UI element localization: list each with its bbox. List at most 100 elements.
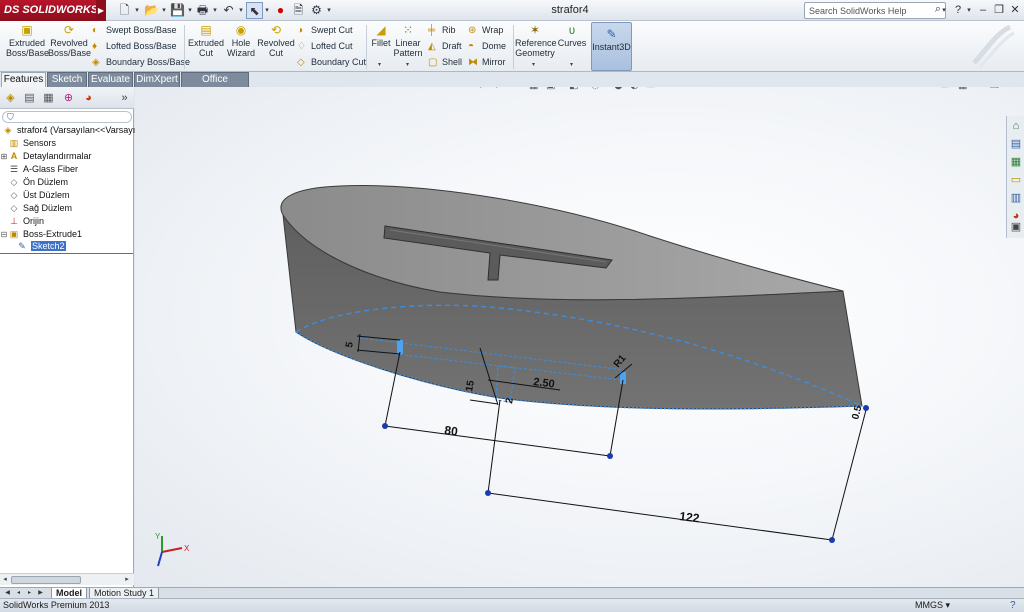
save-icon[interactable]: 💾 — [169, 2, 186, 19]
view-settings-icon[interactable]: ▭ — [646, 87, 655, 91]
extruded-boss-button[interactable]: ▣ Extruded Boss/Base — [6, 23, 49, 58]
viewport-restore-icon[interactable]: ❐ — [990, 87, 999, 91]
new-document-icon[interactable]: 🗋 — [116, 2, 133, 19]
instant3d-button[interactable]: ✎ Instant3D — [591, 22, 632, 71]
restore-icon[interactable]: ❐ — [992, 2, 1006, 18]
wrap-button[interactable]: ⊛ Wrap — [468, 24, 503, 37]
last-tab-icon[interactable]: ▶ — [35, 588, 46, 598]
view-palette-icon[interactable]: ▭ — [1009, 173, 1023, 188]
model-view[interactable]: ⌕ ⌕ ↶ ▦ ▣ ◧ ◌ ◕ ◐ ▭ ▭ ▦ – ❐ ✕ — [135, 87, 1024, 587]
dome-button[interactable]: ◓ Dome — [468, 40, 506, 53]
dimension-80[interactable]: 80 — [444, 423, 459, 439]
viewport-close-icon[interactable]: ✕ — [1006, 87, 1014, 91]
tree-item-top-plane[interactable]: ◇ Üst Düzlem — [0, 189, 70, 202]
search-help-input[interactable]: Search SolidWorks Help ⌕ — [804, 2, 946, 19]
scroll-right-icon[interactable]: ▸ — [122, 574, 132, 585]
scroll-left-icon[interactable]: ◂ — [0, 574, 10, 585]
collapse-icon[interactable]: ⊟ — [0, 228, 8, 241]
tab-features[interactable]: Features — [1, 72, 46, 87]
options-icon[interactable]: ⚙ — [308, 2, 325, 19]
mirror-button[interactable]: ⧓ Mirror — [468, 56, 506, 69]
tree-root[interactable]: ◈ strafor4 (Varsayılan<<Varsayıla — [2, 124, 143, 137]
extruded-cut-button[interactable]: ▤ Extruded Cut — [187, 23, 225, 58]
viewport-minimize-icon[interactable]: – — [976, 87, 981, 91]
expand-icon[interactable]: ⊞ — [0, 150, 8, 163]
solidworks-logo[interactable]: DS SOLIDWORKS — [0, 0, 98, 21]
graphics-viewport[interactable]: ⌕ ⌕ ↶ ▦ ▣ ◧ ◌ ◕ ◐ ▭ ▭ ▦ – ❐ ✕ — [135, 87, 1024, 587]
file-properties-icon[interactable]: 🗎 — [290, 2, 307, 19]
feature-manager-tab-icon[interactable]: ◈ — [2, 90, 19, 106]
pattern-dropdown-icon[interactable]: ▾ — [406, 61, 409, 68]
configuration-manager-tab-icon[interactable]: ▦ — [40, 90, 57, 106]
tree-item-sensors[interactable]: ▥ Sensors — [0, 137, 56, 150]
hide-show-icon[interactable]: ◌ — [591, 87, 600, 91]
save-dropdown-icon[interactable]: ▾ — [186, 2, 194, 19]
shell-button[interactable]: ▢ Shell — [428, 56, 462, 69]
print-dropdown-icon[interactable]: ▾ — [211, 2, 219, 19]
section-view-icon[interactable]: ▦ — [529, 87, 538, 91]
tab-evaluate[interactable]: Evaluate — [88, 72, 133, 87]
search-dropdown-icon[interactable]: ▾ — [940, 2, 948, 19]
select-dropdown-icon[interactable]: ▾ — [263, 2, 271, 19]
revolved-cut-button[interactable]: ⟲ Revolved Cut — [257, 23, 295, 58]
swept-boss-button[interactable]: ◐ Swept Boss/Base — [92, 24, 177, 37]
view-orientation-icon[interactable]: ▣ — [546, 87, 555, 91]
print-icon[interactable]: 🖶 — [194, 2, 211, 19]
viewport-split-icon[interactable]: ▭ — [940, 87, 949, 91]
lofted-cut-button[interactable]: ♢ Lofted Cut — [297, 40, 353, 53]
forum-icon[interactable]: ▣ — [1009, 220, 1023, 235]
scrollbar-thumb[interactable] — [11, 576, 81, 584]
next-tab-icon[interactable]: ▸ — [24, 588, 35, 598]
minimize-icon[interactable]: – — [976, 2, 990, 18]
draft-button[interactable]: ◭ Draft — [428, 40, 462, 53]
solidworks-resources-icon[interactable]: ⌂ — [1009, 119, 1023, 134]
fillet-button[interactable]: ◢ Fillet — [370, 23, 392, 48]
file-explorer-icon[interactable]: ▦ — [1009, 155, 1023, 170]
tab-dimxpert[interactable]: DimXpert — [134, 72, 180, 87]
reference-dropdown-icon[interactable]: ▾ — [532, 61, 535, 68]
new-dropdown-icon[interactable]: ▾ — [133, 2, 141, 19]
swept-cut-button[interactable]: ◑ Swept Cut — [297, 24, 353, 37]
open-folder-icon[interactable]: 📂 — [143, 2, 160, 19]
design-library-icon[interactable]: ▤ — [1009, 137, 1023, 152]
open-dropdown-icon[interactable]: ▾ — [160, 2, 168, 19]
apply-scene-icon[interactable]: ◐ — [630, 87, 639, 91]
tab-sketch[interactable]: Sketch — [47, 72, 87, 87]
viewport-tile-icon[interactable]: ▦ — [958, 87, 967, 91]
help-status-icon[interactable]: ? — [1010, 599, 1016, 612]
display-manager-tab-icon[interactable]: ◕ — [80, 90, 97, 106]
property-manager-tab-icon[interactable]: ▤ — [21, 90, 38, 106]
dimension-0-5[interactable]: 0.5 — [850, 404, 864, 421]
previous-view-icon[interactable]: ↶ — [512, 87, 520, 91]
tree-item-annotations[interactable]: ⊞ A Detaylandırmalar — [0, 150, 92, 163]
boundary-cut-button[interactable]: ◇ Boundary Cut — [297, 56, 366, 69]
rib-button[interactable]: ╪ Rib — [428, 24, 456, 37]
linear-pattern-button[interactable]: ⁙ Linear Pattern — [393, 23, 423, 58]
boundary-boss-button[interactable]: ◈ Boundary Boss/Base — [92, 56, 190, 69]
options-dropdown-icon[interactable]: ▾ — [325, 2, 333, 19]
appearances-icon[interactable]: ▥ — [1009, 191, 1023, 206]
rebuild-traffic-light-icon[interactable]: ● — [272, 2, 289, 19]
horizontal-scrollbar[interactable]: ◂ ▸ — [0, 573, 134, 585]
prev-tab-icon[interactable]: ◂ — [13, 588, 24, 598]
curves-button[interactable]: ʋ Curves — [557, 23, 587, 48]
units-selector[interactable]: MMGS ▾ — [915, 599, 950, 612]
edit-appearance-icon[interactable]: ◕ — [614, 87, 623, 91]
expand-tabs-icon[interactable]: » — [116, 90, 133, 106]
menu-expand-arrow[interactable]: ▶ — [96, 0, 106, 21]
zoom-to-fit-icon[interactable]: ⌕ — [480, 87, 486, 91]
tab-office-products[interactable]: Office Products — [181, 72, 249, 99]
tree-item-front-plane[interactable]: ◇ Ön Düzlem — [0, 176, 68, 189]
feature-filter-input[interactable]: ⛉ — [2, 111, 132, 123]
undo-icon[interactable]: ↶ — [220, 2, 237, 19]
fillet-dropdown-icon[interactable]: ▾ — [378, 61, 381, 68]
hole-wizard-button[interactable]: ◉ Hole Wizard — [225, 23, 257, 58]
revolved-boss-button[interactable]: ⟳ Revolved Boss/Base — [48, 23, 91, 58]
tree-item-sketch2[interactable]: ✎ Sketch2 — [16, 240, 66, 253]
curves-dropdown-icon[interactable]: ▾ — [570, 61, 573, 68]
help-icon[interactable]: ? — [951, 2, 965, 18]
zoom-to-area-icon[interactable]: ⌕ — [496, 87, 502, 91]
dimxpert-manager-tab-icon[interactable]: ⊕ — [60, 90, 77, 106]
lofted-boss-button[interactable]: ♦ Lofted Boss/Base — [92, 40, 177, 53]
tree-item-origin[interactable]: ⊥ Orijin — [0, 215, 44, 228]
